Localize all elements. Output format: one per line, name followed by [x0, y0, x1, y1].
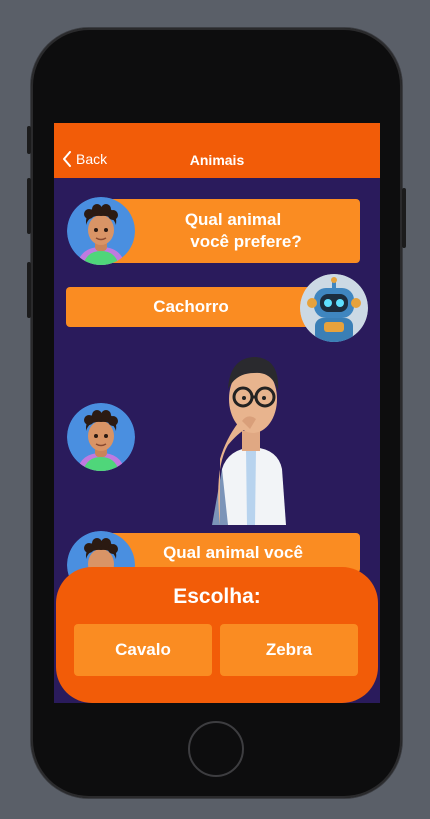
answer-bubble: Cachorro	[66, 287, 316, 327]
app-screen: Back Animais Qual animal você prefere? C…	[54, 123, 380, 703]
home-button[interactable]	[188, 721, 244, 777]
robot-avatar	[300, 274, 368, 342]
mute-switch	[27, 126, 31, 154]
volume-up-button	[27, 178, 31, 234]
thinking-man-illustration	[198, 349, 298, 525]
question-bubble: Qual animal você prefere?	[106, 199, 360, 263]
question-line-1: Qual animal	[184, 210, 282, 229]
choice-title: Escolha:	[173, 585, 261, 608]
page-title: Animais	[189, 152, 245, 168]
question-partial-text: Qual animal você	[163, 543, 303, 562]
choice-button-zebra[interactable]: Zebra	[220, 624, 358, 676]
power-button	[402, 188, 406, 248]
answer-text: Cachorro	[153, 297, 229, 316]
navigation-bar: Back Animais	[54, 123, 380, 178]
choice-panel: Escolha: Cavalo Zebra	[56, 567, 378, 703]
choice-button-cavalo[interactable]: Cavalo	[74, 624, 212, 676]
question-line-2: você prefere?	[190, 232, 302, 251]
boy-avatar	[67, 197, 135, 265]
volume-down-button	[27, 262, 31, 318]
boy-avatar	[67, 403, 135, 471]
